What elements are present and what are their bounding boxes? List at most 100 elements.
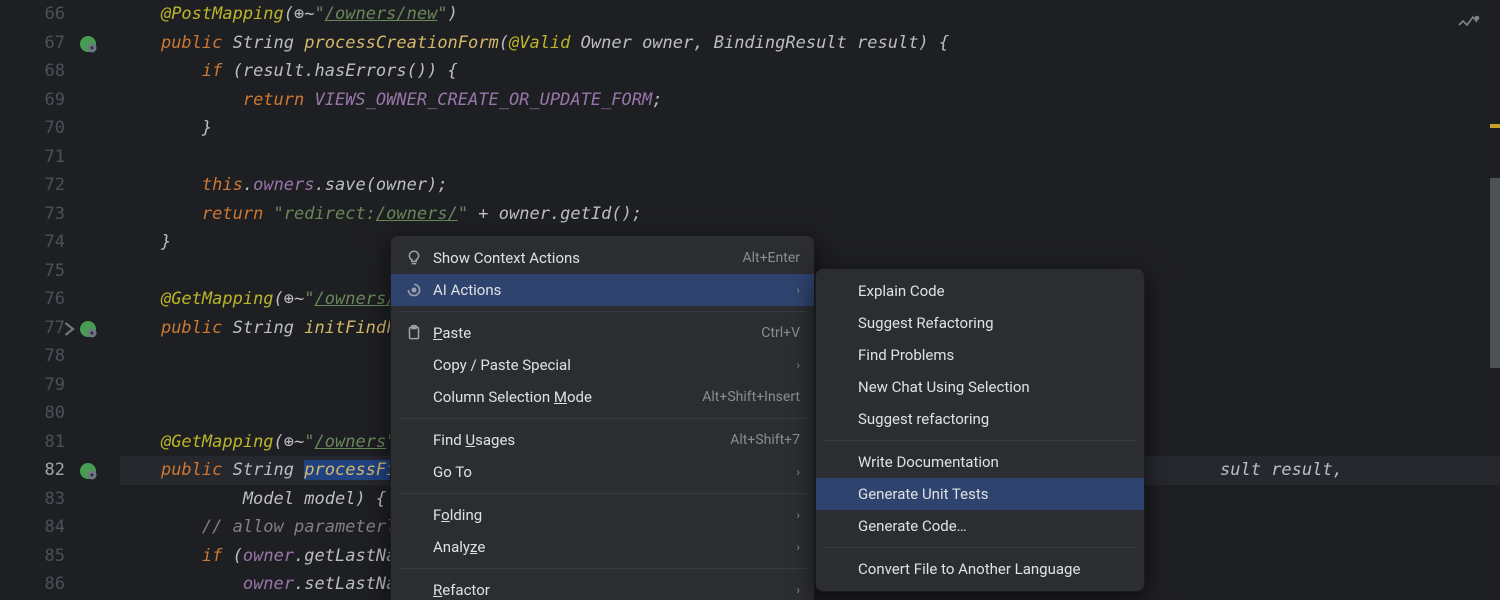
menu-separator (399, 418, 806, 419)
line-number: 75 (0, 257, 65, 286)
bulb-icon (405, 249, 423, 267)
menu-item-label: Go To (433, 463, 774, 481)
menu-item-label: Analyze (433, 538, 774, 556)
ctx-copy-paste-special[interactable]: Copy / Paste Special › (391, 349, 814, 381)
line-number: 81 (0, 428, 65, 457)
blank-icon (405, 463, 423, 481)
ai-write-documentation[interactable]: Write Documentation (816, 446, 1144, 478)
ctx-analyze[interactable]: Analyze › (391, 531, 814, 563)
menu-item-label: Find Usages (433, 431, 720, 449)
menu-item-label: Write Documentation (858, 453, 1130, 471)
line-number: 77 (0, 314, 65, 343)
blank-icon (405, 388, 423, 406)
code-line[interactable]: } (120, 114, 1500, 143)
line-number: 74 (0, 228, 65, 257)
menu-item-label: Suggest refactoring (858, 410, 1130, 428)
menu-shortcut: Alt+Shift+Insert (702, 389, 800, 405)
ai-new-chat-using-selection[interactable]: New Chat Using Selection (816, 371, 1144, 403)
ai-suggest-refactoring[interactable]: Suggest refactoring (816, 403, 1144, 435)
line-number: 86 (0, 570, 65, 599)
ctx-show-context-actions[interactable]: Show Context ActionsAlt+Enter (391, 242, 814, 274)
fold-icon[interactable] (61, 319, 79, 337)
scroll-thumb[interactable] (1490, 178, 1500, 368)
menu-item-label: Explain Code (858, 282, 1130, 300)
menu-item-label: Folding (433, 506, 774, 524)
code-line[interactable]: public String processCreationForm(@Valid… (120, 29, 1500, 58)
scroll-thumb[interactable] (1490, 300, 1500, 320)
blank-icon (405, 581, 423, 599)
menu-separator (824, 547, 1136, 548)
blank-icon (405, 538, 423, 556)
chevron-right-icon: › (796, 358, 800, 372)
code-line[interactable]: if (result.hasErrors()) { (120, 57, 1500, 86)
blank-icon (830, 314, 848, 332)
menu-shortcut: Ctrl+V (761, 325, 800, 341)
blank-icon (830, 485, 848, 503)
blank-icon (830, 517, 848, 535)
code-line[interactable] (120, 143, 1500, 172)
line-number: 85 (0, 542, 65, 571)
blank-icon (830, 453, 848, 471)
menu-item-label: Column Selection Mode (433, 388, 692, 406)
line-number: 76 (0, 285, 65, 314)
line-number-gutter: 6667686970717273747576777879808182838485… (0, 0, 85, 600)
line-number: 82 (0, 456, 65, 485)
ai-actions-submenu[interactable]: Explain Code Suggest Refactoring Find Prob… (815, 268, 1145, 592)
menu-separator (824, 440, 1136, 441)
menu-separator (399, 568, 806, 569)
menu-item-label: Copy / Paste Special (433, 356, 774, 374)
ctx-column-selection-mode[interactable]: Column Selection Mode Alt+Shift+Insert (391, 381, 814, 413)
chevron-right-icon: › (796, 283, 800, 297)
line-number: 84 (0, 513, 65, 542)
menu-item-label: Convert File to Another Language (858, 560, 1130, 578)
menu-item-label: Suggest Refactoring (858, 314, 1130, 332)
chevron-right-icon: › (796, 540, 800, 554)
line-number: 66 (0, 0, 65, 29)
blank-icon (830, 346, 848, 364)
line-number: 68 (0, 57, 65, 86)
chevron-right-icon: › (796, 508, 800, 522)
paste-icon (405, 324, 423, 342)
code-line[interactable]: this.owners.save(owner); (120, 171, 1500, 200)
line-number: 70 (0, 114, 65, 143)
menu-shortcut: Alt+Shift+7 (730, 432, 800, 448)
ai-icon (405, 281, 423, 299)
ai-explain-code[interactable]: Explain Code (816, 275, 1144, 307)
menu-item-label: New Chat Using Selection (858, 378, 1130, 396)
ctx-folding[interactable]: Folding › (391, 499, 814, 531)
ai-generate-unit-tests[interactable]: Generate Unit Tests (816, 478, 1144, 510)
warning-marker[interactable] (1490, 124, 1500, 128)
blank-icon (830, 378, 848, 396)
scrollbar-track[interactable] (1490, 0, 1500, 600)
line-number: 79 (0, 371, 65, 400)
ctx-find-usages[interactable]: Find Usages Alt+Shift+7 (391, 424, 814, 456)
ctx-refactor[interactable]: Refactor › (391, 574, 814, 600)
code-line[interactable]: return VIEWS_OWNER_CREATE_OR_UPDATE_FORM… (120, 86, 1500, 115)
ctx-paste[interactable]: PasteCtrl+V (391, 317, 814, 349)
code-line[interactable]: @PostMapping(⊕~"/owners/new") (120, 0, 1500, 29)
menu-separator (399, 311, 806, 312)
ai-find-problems[interactable]: Find Problems (816, 339, 1144, 371)
line-number: 78 (0, 342, 65, 371)
menu-item-label: Show Context Actions (433, 249, 733, 267)
line-number: 71 (0, 143, 65, 172)
menu-item-label: Refactor (433, 581, 774, 599)
chevron-right-icon: › (796, 583, 800, 597)
context-menu[interactable]: Show Context ActionsAlt+EnterAI Actions›… (390, 235, 815, 600)
ai-generate-code[interactable]: Generate Code… (816, 510, 1144, 542)
blank-icon (830, 560, 848, 578)
blank-icon (830, 282, 848, 300)
line-number: 80 (0, 399, 65, 428)
blank-icon (405, 356, 423, 374)
ctx-ai-actions[interactable]: AI Actions› (391, 274, 814, 306)
ai-suggest-refactoring[interactable]: Suggest Refactoring (816, 307, 1144, 339)
code-vision-icon[interactable] (1456, 8, 1480, 32)
code-line[interactable]: return "redirect:/owners/" + owner.getId… (120, 200, 1500, 229)
blank-icon (830, 410, 848, 428)
menu-item-label: Find Problems (858, 346, 1130, 364)
menu-separator (399, 493, 806, 494)
ctx-go-to[interactable]: Go To› (391, 456, 814, 488)
line-number: 83 (0, 485, 65, 514)
ai-convert-file-to-another-language[interactable]: Convert File to Another Language (816, 553, 1144, 585)
line-number: 73 (0, 200, 65, 229)
